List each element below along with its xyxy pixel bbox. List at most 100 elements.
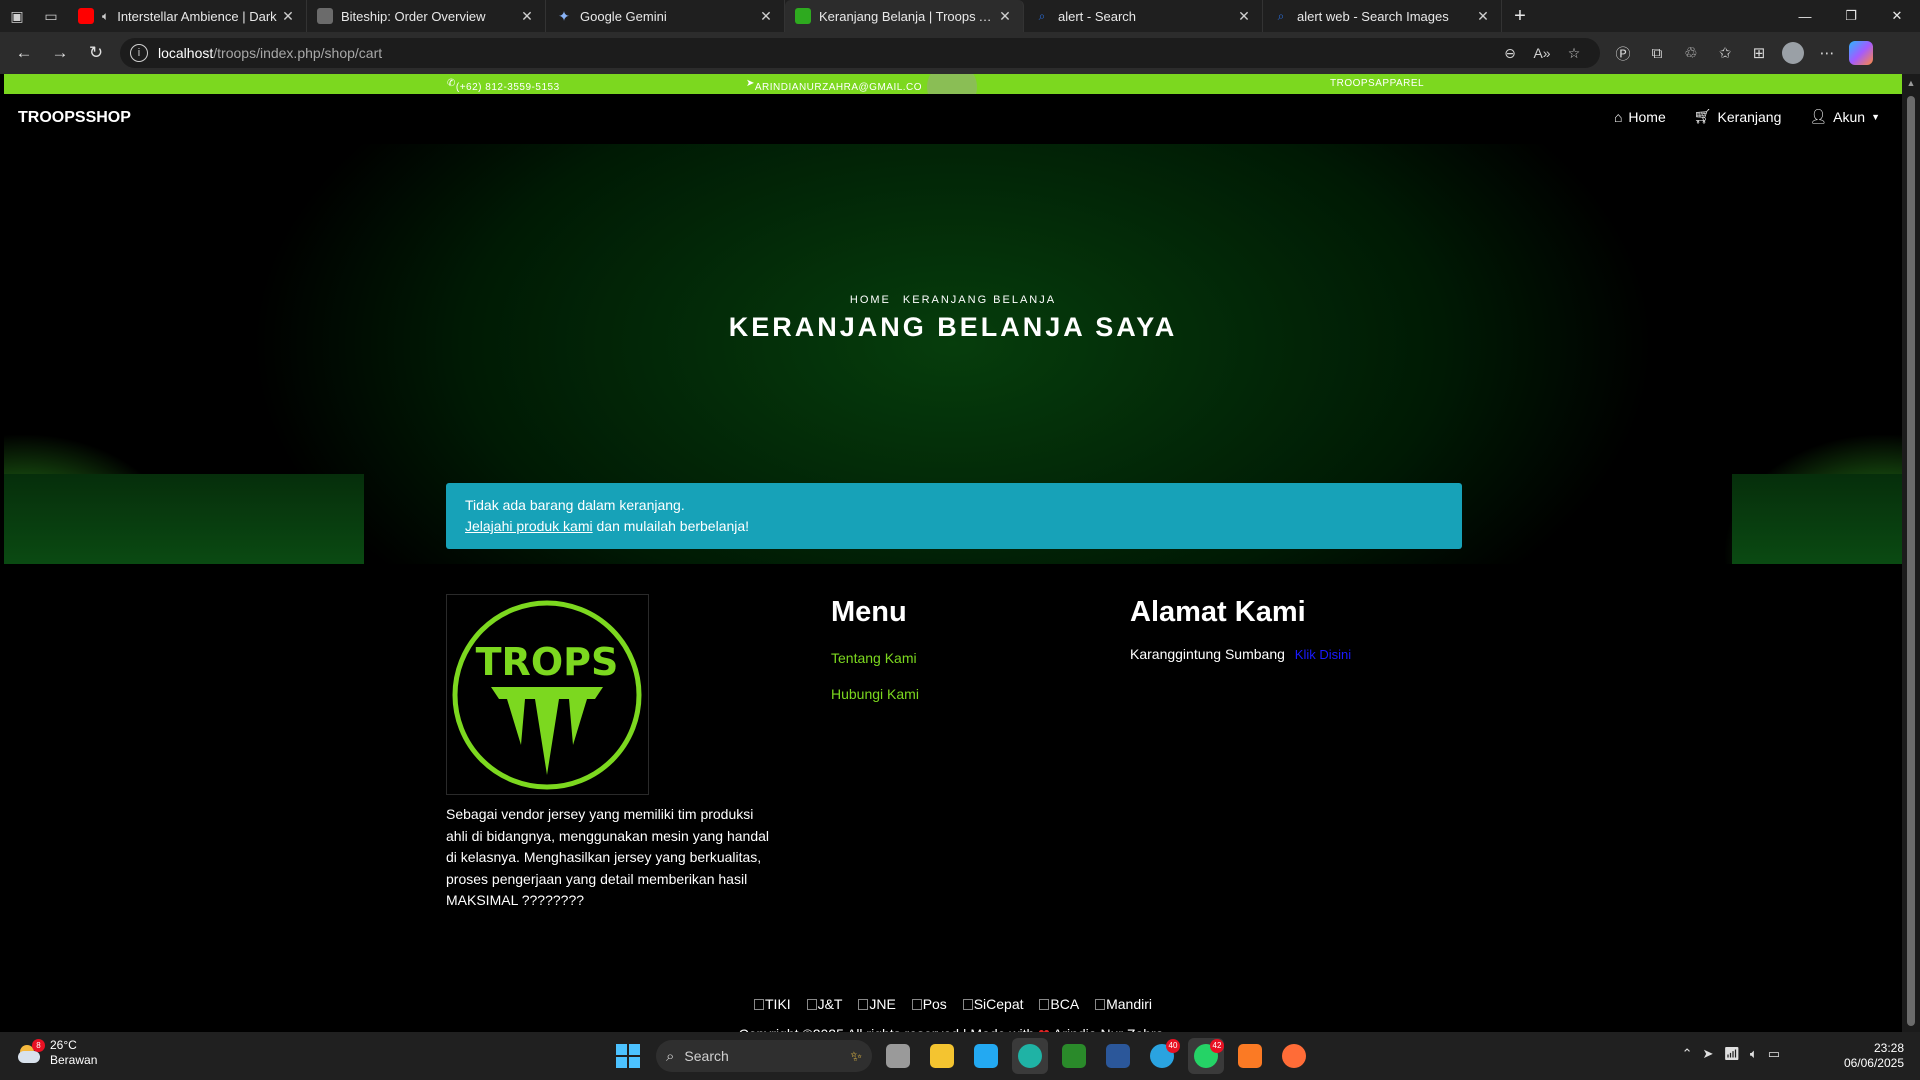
- new-tab-icon[interactable]: +: [1502, 0, 1538, 32]
- browser-tab[interactable]: ⌕ alert - Search ✕: [1024, 0, 1263, 32]
- courier-alt: BCA: [1050, 996, 1080, 1012]
- favorites-icon[interactable]: ✩: [1708, 37, 1742, 69]
- close-window-icon[interactable]: ✕: [1874, 0, 1920, 32]
- volume-icon[interactable]: 🔈︎: [1750, 1046, 1758, 1062]
- tab-title: Google Gemini: [580, 8, 667, 24]
- breadcrumb-home[interactable]: HOME: [850, 294, 891, 306]
- close-icon[interactable]: ✕: [758, 8, 774, 25]
- wifi-icon[interactable]: 📶︎: [1723, 1046, 1740, 1062]
- xampp-icon[interactable]: [1232, 1038, 1268, 1074]
- close-icon[interactable]: ✕: [997, 8, 1013, 25]
- close-icon[interactable]: ✕: [1475, 8, 1491, 25]
- breadcrumb-current: KERANJANG BELANJA: [902, 294, 1057, 306]
- refresh-icon[interactable]: ↻: [78, 37, 114, 69]
- home-icon: ⌂: [1613, 108, 1623, 125]
- back-icon[interactable]: ←: [6, 37, 42, 69]
- nav-cart-label: Keranjang: [1717, 108, 1782, 125]
- profile-avatar[interactable]: [1776, 37, 1810, 69]
- map-link[interactable]: Klik Disini: [1295, 647, 1351, 662]
- browser-tab[interactable]: ✦ Google Gemini ✕: [546, 0, 785, 32]
- address-bar[interactable]: i localhost/troops/index.php/shop/cart ⊖…: [120, 38, 1600, 68]
- courier-alt: J&T: [817, 996, 843, 1012]
- minimize-icon[interactable]: —: [1782, 0, 1828, 32]
- tab-title: Biteship: Order Overview: [341, 8, 486, 24]
- about-text: Sebagai vendor jersey yang memiliki tim …: [446, 806, 770, 908]
- forward-icon[interactable]: →: [42, 37, 78, 69]
- hero-background-decoration: [1732, 474, 1902, 564]
- collections-icon[interactable]: ⊞: [1742, 37, 1776, 69]
- page-scrollbar[interactable]: ▲ ▼: [1902, 74, 1920, 1080]
- weather-desc: Berawan: [50, 1053, 98, 1067]
- battery-icon[interactable]: ▭: [1768, 1046, 1780, 1062]
- read-aloud-icon[interactable]: A»: [1526, 38, 1558, 68]
- broken-image-icon: [962, 999, 973, 1010]
- chevron-up-icon[interactable]: ⌃: [1682, 1046, 1693, 1062]
- scroll-thumb[interactable]: [1907, 96, 1915, 1026]
- bank-logo: BCA: [1039, 996, 1079, 1012]
- zoom-icon[interactable]: ⊖: [1494, 38, 1526, 68]
- bing-search-favicon-icon: ⌕: [1038, 9, 1046, 23]
- site-info-icon[interactable]: i: [130, 44, 148, 62]
- vscode-icon[interactable]: [968, 1038, 1004, 1074]
- clock-time: 23:28: [1873, 1041, 1904, 1055]
- edge-browser-icon[interactable]: [1012, 1038, 1048, 1074]
- terminal-icon[interactable]: [1056, 1038, 1092, 1074]
- empty-cart-alert: Tidak ada barang dalam keranjang. Jelaja…: [446, 483, 1462, 549]
- site-brand[interactable]: TROOPSSHOP: [18, 109, 131, 127]
- browser-toolbar: ← → ↻ i localhost/troops/index.php/shop/…: [0, 32, 1920, 74]
- broken-image-icon: [911, 999, 922, 1010]
- courier-logo: Pos: [911, 996, 947, 1012]
- nav-home[interactable]: ⌂ Home: [1614, 108, 1666, 125]
- windows-start-icon[interactable]: [616, 1044, 640, 1068]
- page-title: KERANJANG BELANJA SAYA: [728, 312, 1178, 342]
- restore-icon[interactable]: ❐: [1828, 0, 1874, 32]
- workspaces-icon[interactable]: ▣: [0, 0, 34, 32]
- more-menu-icon[interactable]: ⋯: [1810, 37, 1844, 69]
- windows-taskbar: 8 26°C Berawan ⌕ Search ✨︎ 40 42 ⌃ ➤ 📶︎ …: [0, 1032, 1920, 1080]
- close-icon[interactable]: ✕: [519, 8, 535, 25]
- logo-text: TROPS: [476, 640, 619, 684]
- browser-tab-active[interactable]: Keranjang Belanja | Troops Appar ✕: [785, 0, 1024, 32]
- broken-image-icon: [1039, 999, 1050, 1010]
- telegram-tray-icon[interactable]: ➤: [1702, 1046, 1713, 1062]
- task-view-icon[interactable]: [880, 1038, 916, 1074]
- footer-menu-heading: Menu: [831, 596, 907, 628]
- speaker-icon[interactable]: 🔈︎: [102, 9, 109, 24]
- tab-actions-icon[interactable]: ▭: [34, 0, 68, 32]
- whatsapp-icon[interactable]: 42: [1188, 1038, 1224, 1074]
- browser-tab[interactable]: Biteship: Order Overview ✕: [307, 0, 546, 32]
- word-icon[interactable]: [1100, 1038, 1136, 1074]
- biteship-favicon-icon: [317, 8, 333, 24]
- file-explorer-icon[interactable]: [924, 1038, 960, 1074]
- close-icon[interactable]: ✕: [1236, 8, 1252, 25]
- extensions-icon[interactable]: ⧉: [1640, 37, 1674, 69]
- payment-shipping-logos: TIKI J&T JNE Pos SiCepat BCA Mandiri: [4, 996, 1902, 1012]
- browser-tab[interactable]: 🔈︎ Interstellar Ambience | Dark ✕: [68, 0, 307, 32]
- courier-logo: JNE: [858, 996, 896, 1012]
- nav-account-dropdown[interactable]: 👤︎ Akun ▼: [1809, 108, 1880, 125]
- footer-link-about[interactable]: Tentang Kami: [831, 650, 917, 666]
- close-icon[interactable]: ✕: [280, 8, 296, 25]
- footer-link-contact[interactable]: Hubungi Kami: [831, 686, 919, 702]
- url-text[interactable]: localhost/troops/index.php/shop/cart: [158, 45, 1494, 61]
- courier-logo: TIKI: [754, 996, 791, 1012]
- gemini-favicon-icon: ✦: [558, 8, 570, 24]
- taskbar-search[interactable]: ⌕ Search ✨︎: [656, 1040, 872, 1072]
- whatsapp-badge: 42: [1210, 1039, 1224, 1053]
- nav-cart[interactable]: 🛒︎ Keranjang: [1694, 108, 1782, 125]
- taskbar-apps: 40 42: [880, 1038, 1312, 1074]
- favorite-star-icon[interactable]: ☆: [1558, 38, 1590, 68]
- cart-icon: 🛒︎: [1693, 108, 1712, 124]
- browser-essentials-icon[interactable]: ♲: [1674, 37, 1708, 69]
- browse-products-link[interactable]: Jelajahi produk kami: [465, 518, 593, 534]
- browser-tab[interactable]: ⌕ alert web - Search Images ✕: [1263, 0, 1502, 32]
- copilot-icon[interactable]: [1844, 37, 1878, 69]
- weather-widget[interactable]: 8 26°C Berawan: [18, 1038, 97, 1068]
- scroll-up-icon[interactable]: ▲: [1902, 74, 1920, 92]
- tab-title: alert - Search: [1058, 8, 1137, 24]
- taskbar-clock[interactable]: 23:28 06/06/2025: [1844, 1041, 1904, 1071]
- extension-p-icon[interactable]: Ⓟ: [1606, 37, 1640, 69]
- broken-image-icon: [754, 999, 764, 1010]
- telegram-icon[interactable]: 40: [1144, 1038, 1180, 1074]
- postman-icon[interactable]: [1276, 1038, 1312, 1074]
